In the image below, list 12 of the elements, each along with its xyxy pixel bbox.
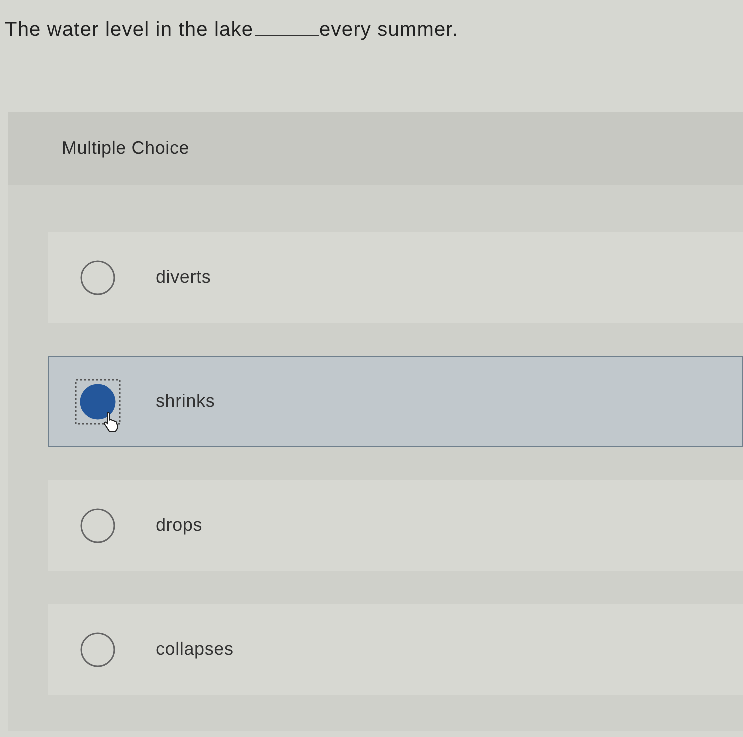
radio-button-icon[interactable] bbox=[80, 508, 116, 544]
question-type-label: Multiple Choice bbox=[62, 138, 190, 159]
question-text: every summer. bbox=[320, 19, 458, 41]
radio-button-icon[interactable] bbox=[80, 632, 116, 668]
radio-button-icon[interactable] bbox=[75, 378, 121, 424]
option-label[interactable]: collapses bbox=[156, 639, 234, 660]
option-label[interactable]: diverts bbox=[156, 267, 212, 288]
question-text: The water level in the lake bbox=[5, 19, 254, 41]
option-label[interactable]: shrinks bbox=[156, 391, 216, 412]
option-label[interactable]: drops bbox=[156, 515, 203, 536]
radio-button-icon[interactable] bbox=[80, 260, 116, 296]
hand-cursor-icon bbox=[103, 410, 121, 432]
